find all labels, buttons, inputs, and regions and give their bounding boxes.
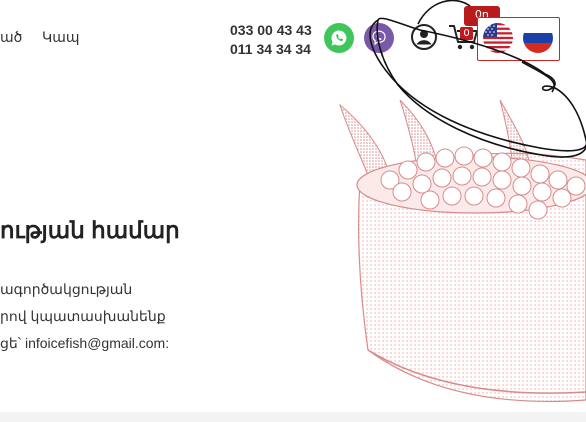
whatsapp-icon[interactable]: [324, 23, 354, 53]
section-heading: ության համար: [0, 217, 180, 243]
info-paragraph: ագործակցության րով կպատասխանենք ցե՝ info…: [0, 276, 169, 357]
cart-count-badge: 0: [460, 27, 473, 40]
info-line-3: ցե՝ infoicefish@gmail.com:: [0, 335, 170, 351]
caviar-jar-illustration: [330, 99, 586, 412]
phone-number-2[interactable]: 011 34 34 34: [230, 40, 312, 59]
phone-number-1[interactable]: 033 00 43 43: [230, 21, 312, 40]
info-line-2: րով կպատասխանենք: [0, 308, 166, 324]
phone-numbers: 033 00 43 43 011 34 34 34: [230, 21, 312, 59]
viber-icon[interactable]: [364, 23, 394, 53]
us-flag-icon[interactable]: [483, 23, 513, 53]
ru-flag-icon[interactable]: [523, 23, 553, 53]
user-account-icon[interactable]: [410, 23, 438, 51]
info-line-1: ագործակցության: [0, 281, 133, 297]
bottom-strip: [0, 412, 586, 422]
nav-item-contact[interactable]: Կապ: [42, 30, 80, 46]
nav-item-partial[interactable]: ած: [0, 30, 22, 46]
